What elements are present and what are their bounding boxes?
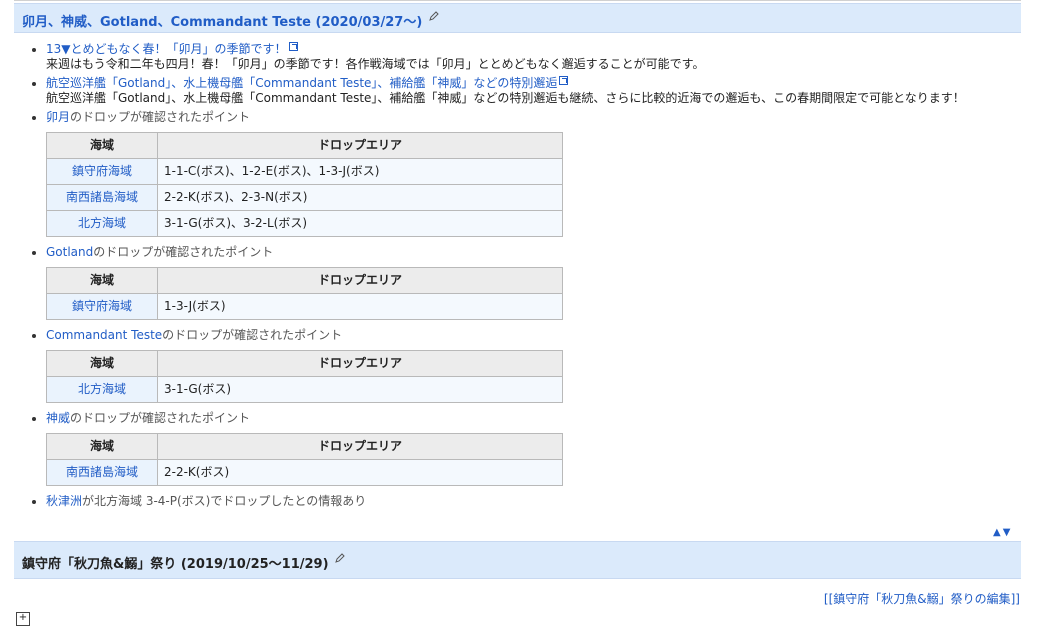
external-link-icon[interactable]	[559, 76, 569, 85]
external-link-icon[interactable]	[288, 42, 298, 51]
edit-section-link[interactable]: [[鎮守府「秋刀魚&鰯」祭りの編集]]	[824, 590, 1020, 607]
drop-section-kamoi: 神威のドロップが確認されたポイント 海域 ドロップエリア 南西諸島海域 2-2-…	[30, 411, 1020, 486]
drop-caption: のドロップが確認されたポイント	[93, 245, 274, 259]
ship-link[interactable]: 神威	[46, 411, 70, 425]
col-header-points: ドロップエリア	[157, 267, 563, 294]
news-item: 航空巡洋艦「Gotland」、水上機母艦「Commandant Teste」、補…	[30, 76, 1020, 106]
table-row: 北方海域 3-1-G(ボス)	[46, 376, 563, 403]
area-link[interactable]: 鎮守府海域	[46, 158, 158, 185]
section-title: 卯月、神威、Gotland、Commandant Teste (2020/03/…	[22, 15, 423, 30]
section-title: 鎮守府「秋刀魚&鰯」祭り (2019/10/25〜11/29)	[22, 557, 329, 572]
pencil-edit-icon[interactable]	[335, 553, 345, 563]
news-desc: 航空巡洋艦「Gotland」、水上機母艦「Commandant Teste」、補…	[46, 91, 965, 105]
col-header-points: ドロップエリア	[157, 350, 563, 377]
pencil-edit-icon[interactable]	[429, 11, 439, 21]
drop-table: 海域 ドロップエリア 南西諸島海域 2-2-K(ボス)	[46, 433, 563, 486]
col-header-area: 海域	[46, 267, 158, 294]
drop-section-uzuki: 卯月のドロップが確認されたポイント 海域 ドロップエリア 鎮守府海域 1-1-C…	[30, 110, 1020, 237]
news-link-special[interactable]: 航空巡洋艦「Gotland」、水上機母艦「Commandant Teste」、補…	[46, 76, 557, 90]
ship-link[interactable]: 秋津洲	[46, 494, 82, 508]
news-item: 13▼とめどもなく春！「卯月」の季節です！ 来週はもう令和二年も四月！春！「卯月…	[30, 42, 1020, 72]
table-row: 南西諸島海域 2-2-K(ボス)	[46, 459, 563, 486]
akitsushima-text: が北方海域 3-4-P(ボス)でドロップしたとの情報あり	[82, 494, 367, 508]
ship-link[interactable]: 卯月	[46, 110, 70, 124]
area-link[interactable]: 北方海域	[46, 210, 158, 237]
drop-table: 海域 ドロップエリア 鎮守府海域 1-3-J(ボス)	[46, 267, 563, 320]
drop-section-gotland: Gotlandのドロップが確認されたポイント 海域 ドロップエリア 鎮守府海域 …	[30, 245, 1020, 320]
table-row: 鎮守府海域 1-1-C(ボス)、1-2-E(ボス)、1-3-J(ボス)	[46, 158, 563, 185]
table-row: 鎮守府海域 1-3-J(ボス)	[46, 293, 563, 320]
drop-points: 3-1-G(ボス)、3-2-L(ボス)	[157, 210, 563, 237]
drop-points: 1-1-C(ボス)、1-2-E(ボス)、1-3-J(ボス)	[157, 158, 563, 185]
ship-link[interactable]: Gotland	[46, 245, 93, 259]
drop-points: 2-2-K(ボス)、2-3-N(ボス)	[157, 184, 563, 211]
table-row: 北方海域 3-1-G(ボス)、3-2-L(ボス)	[46, 210, 563, 237]
drop-points: 2-2-K(ボス)	[157, 459, 563, 486]
ship-link[interactable]: Commandant Teste	[46, 328, 162, 342]
content-list: 13▼とめどもなく春！「卯月」の季節です！ 来週はもう令和二年も四月！春！「卯月…	[30, 42, 1020, 509]
col-header-points: ドロップエリア	[157, 433, 563, 460]
col-header-area: 海域	[46, 433, 158, 460]
drop-table: 海域 ドロップエリア 鎮守府海域 1-1-C(ボス)、1-2-E(ボス)、1-3…	[46, 132, 563, 237]
drop-caption: のドロップが確認されたポイント	[162, 328, 343, 342]
drop-table: 海域 ドロップエリア 北方海域 3-1-G(ボス)	[46, 350, 563, 403]
table-row: 南西諸島海域 2-2-K(ボス)、2-3-N(ボス)	[46, 184, 563, 211]
news-desc: 来週はもう令和二年も四月！春！「卯月」の季節です！各作戦海域では「卯月」ととめど…	[46, 57, 705, 71]
drop-points: 1-3-J(ボス)	[157, 293, 563, 320]
area-link[interactable]: 南西諸島海域	[46, 459, 158, 486]
col-header-points: ドロップエリア	[157, 132, 563, 159]
area-link[interactable]: 北方海域	[46, 376, 158, 403]
drop-section-commandant-teste: Commandant Testeのドロップが確認されたポイント 海域 ドロップエ…	[30, 328, 1020, 403]
section-heading-sanma: 鎮守府「秋刀魚&鰯」祭り (2019/10/25〜11/29)	[14, 541, 1021, 579]
col-header-area: 海域	[46, 132, 158, 159]
drop-caption: のドロップが確認されたポイント	[70, 411, 251, 425]
area-link[interactable]: 鎮守府海域	[46, 293, 158, 320]
akitsushima-note: 秋津洲が北方海域 3-4-P(ボス)でドロップしたとの情報あり	[30, 494, 1020, 509]
section-heading-uzuki: 卯月、神威、Gotland、Commandant Teste (2020/03/…	[14, 3, 1021, 33]
drop-points: 3-1-G(ボス)	[157, 376, 563, 403]
page-top-bottom-arrows[interactable]: ▲▼	[993, 527, 1012, 538]
area-link[interactable]: 南西諸島海域	[46, 184, 158, 211]
drop-caption: のドロップが確認されたポイント	[70, 110, 251, 124]
news-link-uzuki[interactable]: 13▼とめどもなく春！「卯月」の季節です！	[46, 42, 287, 56]
col-header-area: 海域	[46, 350, 158, 377]
